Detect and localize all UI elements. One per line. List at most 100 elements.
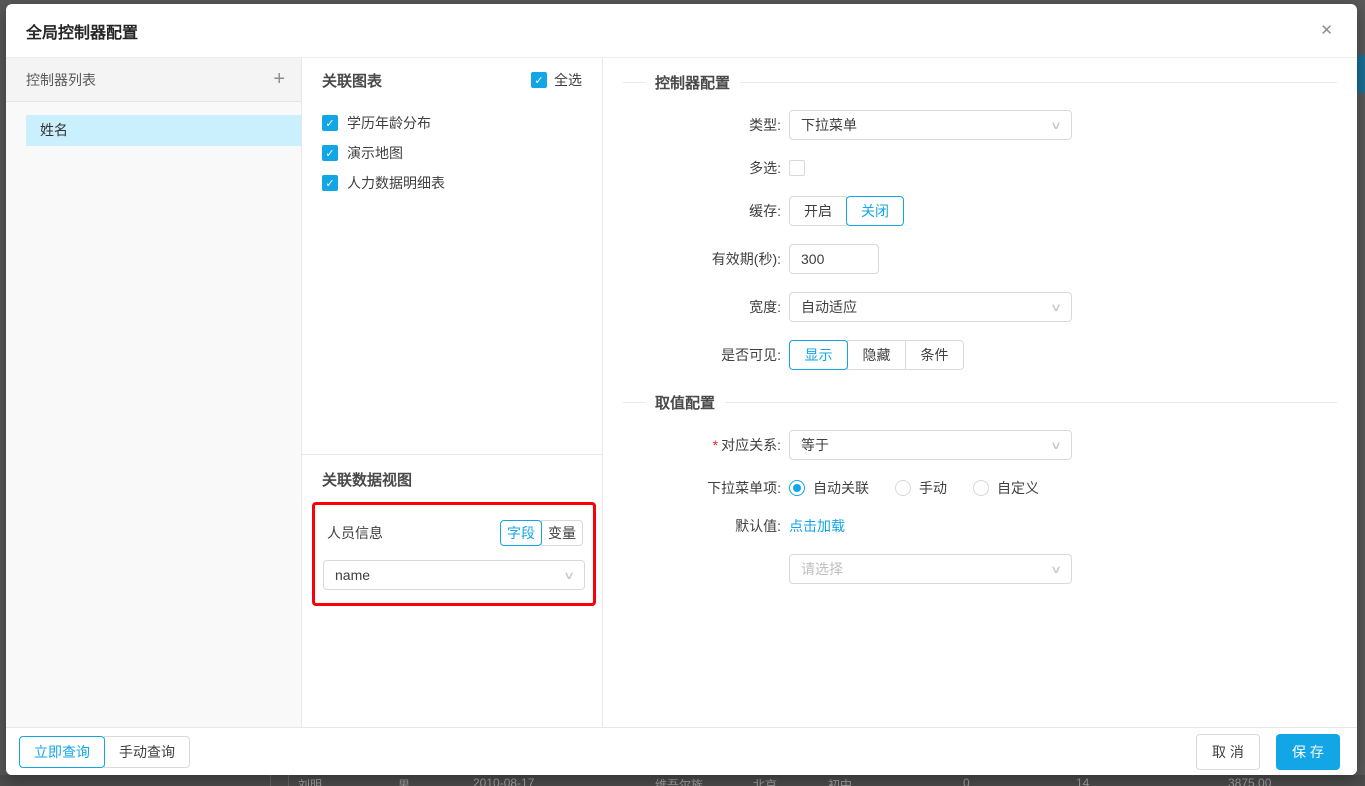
relation-label-text: 对应关系:: [721, 437, 781, 453]
chevron-down-icon: ∨: [563, 569, 575, 582]
footer-actions: 取 消 保 存: [1196, 734, 1340, 770]
controller-list-title: 控制器列表: [26, 70, 96, 90]
backdrop-teal-block: [1357, 55, 1365, 93]
middle-panel: 关联图表 ✓ 全选 ✓ 学历年龄分布 ✓ 演示地图: [302, 58, 603, 727]
table-grid-line: [270, 775, 271, 786]
mode-variable-button[interactable]: 变量: [541, 520, 583, 546]
controller-list-item-name[interactable]: 姓名: [26, 115, 301, 146]
chart-item-label: 人力数据明细表: [347, 173, 445, 193]
chevron-down-icon: ∨: [1050, 563, 1062, 576]
add-controller-icon[interactable]: +: [273, 68, 285, 91]
default-value-row: 默认值: 点击加载: [623, 516, 1337, 536]
width-select-value: 自动适应: [801, 297, 857, 317]
radio-icon[interactable]: [973, 480, 989, 496]
ttl-label: 有效期(秒):: [623, 249, 789, 269]
type-select[interactable]: 下拉菜单 ∨: [789, 110, 1072, 140]
radio-icon[interactable]: [789, 480, 805, 496]
visibility-row: 是否可见: 显示 隐藏 条件: [623, 340, 1337, 370]
query-now-button[interactable]: 立即查询: [19, 736, 105, 768]
visibility-hide-button[interactable]: 隐藏: [847, 340, 906, 370]
dialog-footer: 立即查询 手动查询 取 消 保 存: [6, 727, 1357, 775]
bg-cell-date: 2010-08-17: [473, 776, 534, 786]
controller-list-header: 控制器列表 +: [6, 58, 301, 102]
field-variable-toggle: 字段 变量: [500, 520, 583, 546]
width-row: 宽度: 自动适应 ∨: [623, 292, 1337, 322]
value-config-section-title: 取值配置: [623, 392, 1337, 413]
field-select[interactable]: name ∨: [323, 560, 585, 590]
linked-charts-header: 关联图表 ✓ 全选: [302, 58, 602, 102]
close-icon[interactable]: ✕: [1320, 23, 1333, 38]
cache-off-button[interactable]: 关闭: [846, 196, 904, 226]
radio-option-manual[interactable]: 手动: [895, 478, 947, 498]
radio-option-custom[interactable]: 自定义: [973, 478, 1039, 498]
radio-icon[interactable]: [895, 480, 911, 496]
background-table-row: 刘明 男 2010-08-17 维吾尔族 北京 初中 0 14 3875.00: [0, 775, 1365, 786]
visibility-show-button[interactable]: 显示: [789, 340, 848, 370]
config-panel: 控制器配置 类型: 下拉菜单 ∨ 多选:: [603, 58, 1357, 727]
default-select-row: 请选择 ∨: [623, 554, 1337, 584]
chart-item-label: 演示地图: [347, 143, 403, 163]
bg-cell-name: 刘明: [298, 776, 322, 786]
select-all-label: 全选: [554, 70, 582, 90]
type-label: 类型:: [623, 115, 789, 135]
relation-row: *对应关系: 等于 ∨: [623, 430, 1337, 460]
select-all-control[interactable]: ✓ 全选: [531, 70, 582, 90]
width-label: 宽度:: [623, 297, 789, 317]
menu-items-radio-group: 自动关联 手动 自定义: [789, 478, 1039, 498]
chart-item-edu-age[interactable]: ✓ 学历年龄分布: [322, 108, 582, 138]
bg-cell-education: 初中: [828, 776, 852, 786]
default-select-placeholder: 请选择: [801, 559, 843, 579]
chart-checkbox[interactable]: ✓: [322, 145, 338, 161]
section-title-text: 取值配置: [655, 392, 715, 413]
chart-item-hr-detail[interactable]: ✓ 人力数据明细表: [322, 168, 582, 198]
width-select[interactable]: 自动适应 ∨: [789, 292, 1072, 322]
query-manual-button[interactable]: 手动查询: [104, 736, 190, 768]
bg-cell-num1: 0: [963, 776, 970, 786]
select-all-checkbox[interactable]: ✓: [531, 72, 547, 88]
chart-item-label: 学历年龄分布: [347, 113, 431, 133]
default-value-select[interactable]: 请选择 ∨: [789, 554, 1072, 584]
radio-option-auto[interactable]: 自动关联: [789, 478, 869, 498]
field-select-value: name: [335, 567, 370, 583]
controller-config-section-title: 控制器配置: [623, 72, 1337, 93]
ttl-row: 有效期(秒): 300: [623, 244, 1337, 274]
visibility-toggle-group: 显示 隐藏 条件: [789, 340, 964, 370]
chart-checkbox[interactable]: ✓: [322, 115, 338, 131]
bg-cell-gender: 男: [398, 776, 410, 786]
cache-label: 缓存:: [623, 201, 789, 221]
cancel-button[interactable]: 取 消: [1196, 734, 1260, 770]
multiselect-row: 多选:: [623, 158, 1337, 178]
table-grid-line: [288, 775, 289, 786]
multiselect-checkbox[interactable]: [789, 160, 805, 176]
linked-dataview-section: 关联数据视图 人员信息 字段 变量 name ∨: [302, 455, 602, 606]
default-value-label: 默认值:: [623, 516, 789, 536]
bg-cell-ethnicity: 维吾尔族: [655, 776, 703, 786]
controller-list-panel: 控制器列表 + 姓名: [6, 58, 302, 727]
visibility-label: 是否可见:: [623, 345, 789, 365]
cache-on-button[interactable]: 开启: [789, 196, 847, 226]
dialog-body: 控制器列表 + 姓名 关联图表 ✓ 全选: [6, 58, 1357, 727]
multiselect-label: 多选:: [623, 158, 789, 178]
dataset-row: 人员信息 字段 变量: [323, 520, 585, 546]
ttl-input[interactable]: 300: [789, 244, 879, 274]
relation-select[interactable]: 等于 ∨: [789, 430, 1072, 460]
cache-row: 缓存: 开启 关闭: [623, 196, 1337, 226]
chart-item-demo-map[interactable]: ✓ 演示地图: [322, 138, 582, 168]
mode-field-button[interactable]: 字段: [500, 520, 542, 546]
chevron-down-icon: ∨: [1050, 119, 1062, 132]
chart-checkbox[interactable]: ✓: [322, 175, 338, 191]
bg-cell-amount: 3875.00: [1228, 776, 1271, 786]
type-row: 类型: 下拉菜单 ∨: [623, 110, 1337, 140]
load-defaults-link[interactable]: 点击加载: [789, 516, 845, 536]
chevron-down-icon: ∨: [1050, 301, 1062, 314]
visibility-condition-button[interactable]: 条件: [905, 340, 964, 370]
radio-label: 自动关联: [813, 478, 869, 498]
relation-label: *对应关系:: [623, 435, 789, 455]
dialog-header: 全局控制器配置 ✕: [6, 4, 1357, 58]
menu-items-label: 下拉菜单项:: [623, 478, 789, 498]
save-button[interactable]: 保 存: [1276, 734, 1340, 770]
linked-charts-section: 关联图表 ✓ 全选 ✓ 学历年龄分布 ✓ 演示地图: [302, 58, 602, 455]
cache-toggle-group: 开启 关闭: [789, 196, 904, 226]
highlight-box: 人员信息 字段 变量 name ∨: [312, 502, 596, 606]
bg-cell-num2: 14: [1076, 776, 1089, 786]
